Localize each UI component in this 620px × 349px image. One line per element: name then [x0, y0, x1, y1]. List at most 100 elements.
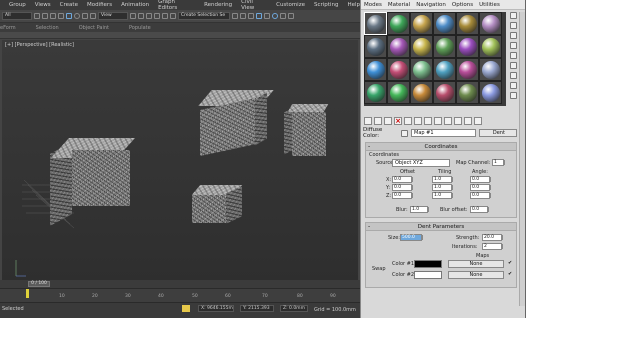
material-slot[interactable] [364, 81, 387, 104]
material-id-icon[interactable] [434, 117, 442, 125]
go-forward-sibling-icon[interactable] [474, 117, 482, 125]
material-slot[interactable] [456, 81, 479, 104]
timeline-ruler[interactable]: 10 20 30 40 50 60 70 80 90 [0, 288, 360, 302]
angle-snap-icon[interactable] [146, 13, 152, 19]
material-slot[interactable] [433, 58, 456, 81]
scale-icon[interactable] [82, 13, 88, 19]
material-slot[interactable] [410, 12, 433, 35]
material-editor-scrollbar[interactable] [519, 12, 525, 306]
material-slot[interactable] [479, 58, 502, 81]
blur-offset-spinner[interactable]: 0.0 [470, 206, 489, 213]
z-coordinate-field[interactable]: Z: 0.0mm [280, 305, 308, 312]
video-color-check-icon[interactable] [509, 52, 517, 59]
named-selection-set-field[interactable]: Create Selection Se [178, 12, 230, 20]
menu-create[interactable]: Create [60, 2, 78, 8]
menu-group[interactable]: Group [9, 2, 26, 8]
reference-coordinate-dropdown[interactable]: View [98, 12, 128, 20]
material-slot[interactable] [387, 81, 410, 104]
map-name-field[interactable]: Map #1 [411, 129, 476, 137]
material-slot[interactable] [364, 12, 387, 35]
color2-map-checkbox[interactable]: ✔ [508, 272, 513, 277]
tab-populate[interactable]: Populate [129, 25, 151, 31]
tiling-y-spinner[interactable]: 1.0 [432, 184, 453, 191]
uv-tiling-icon[interactable] [509, 42, 517, 49]
select-icon[interactable] [34, 13, 40, 19]
map-channel-spinner[interactable]: 1 [492, 159, 505, 166]
sample-type-icon[interactable] [509, 12, 517, 19]
material-slot[interactable] [479, 12, 502, 35]
schematic-icon[interactable] [264, 13, 270, 19]
curve-editor-icon[interactable] [256, 13, 262, 19]
material-slot[interactable] [433, 12, 456, 35]
color1-map-button[interactable]: None [448, 260, 504, 268]
tiling-x-spinner[interactable]: 1.0 [432, 176, 453, 183]
render-setup-icon[interactable] [280, 13, 286, 19]
mirror-icon[interactable] [232, 13, 238, 19]
percent-snap-icon[interactable] [154, 13, 160, 19]
menu-material[interactable]: Material [388, 2, 410, 8]
large-box-front[interactable] [72, 150, 130, 206]
coordinates-rollout-header[interactable]: - Coordinates [366, 143, 516, 151]
material-slot[interactable] [433, 81, 456, 104]
tall-box-front[interactable] [292, 112, 326, 156]
angle-y-spinner[interactable]: 0.0 [470, 184, 491, 191]
blur-spinner[interactable]: 1.0 [410, 206, 429, 213]
color1-swatch[interactable] [414, 260, 442, 268]
material-slot[interactable] [479, 35, 502, 58]
tab-selection[interactable]: Selection [36, 25, 59, 31]
snap-icon[interactable] [138, 13, 144, 19]
put-to-library-icon[interactable] [424, 117, 432, 125]
material-slot[interactable] [456, 35, 479, 58]
menu-customize[interactable]: Customize [276, 2, 305, 8]
lock-icon[interactable] [182, 305, 190, 312]
show-map-icon[interactable] [444, 117, 452, 125]
copy-material-icon[interactable] [404, 117, 412, 125]
iterations-spinner[interactable]: 2 [482, 243, 503, 250]
swap-button[interactable]: Swap [372, 266, 386, 272]
background-icon[interactable] [509, 32, 517, 39]
mid-box-side[interactable] [255, 92, 267, 146]
material-slot[interactable] [456, 58, 479, 81]
backlight-icon[interactable] [509, 22, 517, 29]
options-icon[interactable] [509, 72, 517, 79]
menu-scripting[interactable]: Scripting [314, 2, 338, 8]
time-slider[interactable]: 0 / 100 [0, 280, 360, 288]
offset-x-spinner[interactable]: 0.0 [392, 176, 413, 183]
edit-named-sets-icon[interactable] [170, 13, 176, 19]
make-preview-icon[interactable] [509, 62, 517, 69]
menu-views[interactable]: Views [35, 2, 51, 8]
material-slot[interactable] [364, 35, 387, 58]
material-slot[interactable] [387, 58, 410, 81]
material-slot[interactable] [410, 58, 433, 81]
material-slot[interactable] [410, 81, 433, 104]
rect-select-icon[interactable] [50, 13, 56, 19]
put-to-scene-icon[interactable] [374, 117, 382, 125]
strength-spinner[interactable]: 20.0 [482, 234, 503, 241]
tiling-z-spinner[interactable]: 1.0 [432, 192, 453, 199]
material-slot[interactable] [364, 58, 387, 81]
material-slot[interactable] [387, 12, 410, 35]
select-by-name-icon[interactable] [42, 13, 48, 19]
pivot-icon[interactable] [130, 13, 136, 19]
angle-z-spinner[interactable]: 0.0 [470, 192, 491, 199]
material-slot[interactable] [387, 35, 410, 58]
tab-freeform[interactable]: eForm [0, 25, 16, 31]
menu-utilities[interactable]: Utilities [479, 2, 500, 8]
menu-modes[interactable]: Modes [364, 2, 382, 8]
menu-options[interactable]: Options [452, 2, 473, 8]
layer-icon[interactable] [248, 13, 254, 19]
tall-box-top[interactable] [287, 104, 329, 112]
select-by-material-icon[interactable] [509, 82, 517, 89]
unique-icon[interactable] [414, 117, 422, 125]
dent-rollout-header[interactable]: - Dent Parameters [366, 223, 516, 231]
menu-modifiers[interactable]: Modifiers [87, 2, 112, 8]
size-spinner[interactable]: 500.0 [400, 234, 423, 241]
offset-z-spinner[interactable]: 0.0 [392, 192, 413, 199]
render-icon[interactable] [288, 13, 294, 19]
material-slot[interactable] [479, 81, 502, 104]
selection-filter-dropdown[interactable]: All [2, 12, 32, 20]
window-crossing-icon[interactable] [58, 13, 64, 19]
material-editor-icon[interactable] [272, 13, 278, 19]
reset-map-icon[interactable]: × [394, 117, 402, 125]
source-dropdown[interactable]: Object XYZ [392, 159, 450, 167]
